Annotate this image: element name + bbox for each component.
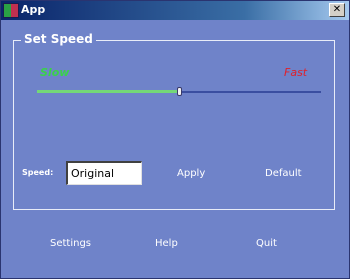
- fast-label: Fast: [284, 66, 308, 79]
- apply-button[interactable]: Apply: [177, 168, 205, 179]
- help-button[interactable]: Help: [155, 238, 178, 249]
- close-button[interactable]: ✕: [329, 3, 345, 17]
- speed-label: Speed:: [22, 168, 54, 177]
- window-title: App: [21, 3, 46, 16]
- app-icon: [3, 3, 19, 18]
- slider-track[interactable]: [180, 91, 321, 93]
- group-title: Set Speed: [21, 32, 96, 46]
- title-bar[interactable]: App ✕: [1, 1, 349, 20]
- slider-track-filled[interactable]: [37, 90, 180, 93]
- settings-button[interactable]: Settings: [50, 238, 91, 249]
- default-button[interactable]: Default: [265, 168, 302, 179]
- slow-label: Slow: [40, 66, 70, 79]
- slider-thumb[interactable]: [177, 87, 182, 96]
- close-icon: ✕: [332, 4, 342, 15]
- speed-input[interactable]: [66, 161, 142, 185]
- quit-button[interactable]: Quit: [256, 238, 277, 249]
